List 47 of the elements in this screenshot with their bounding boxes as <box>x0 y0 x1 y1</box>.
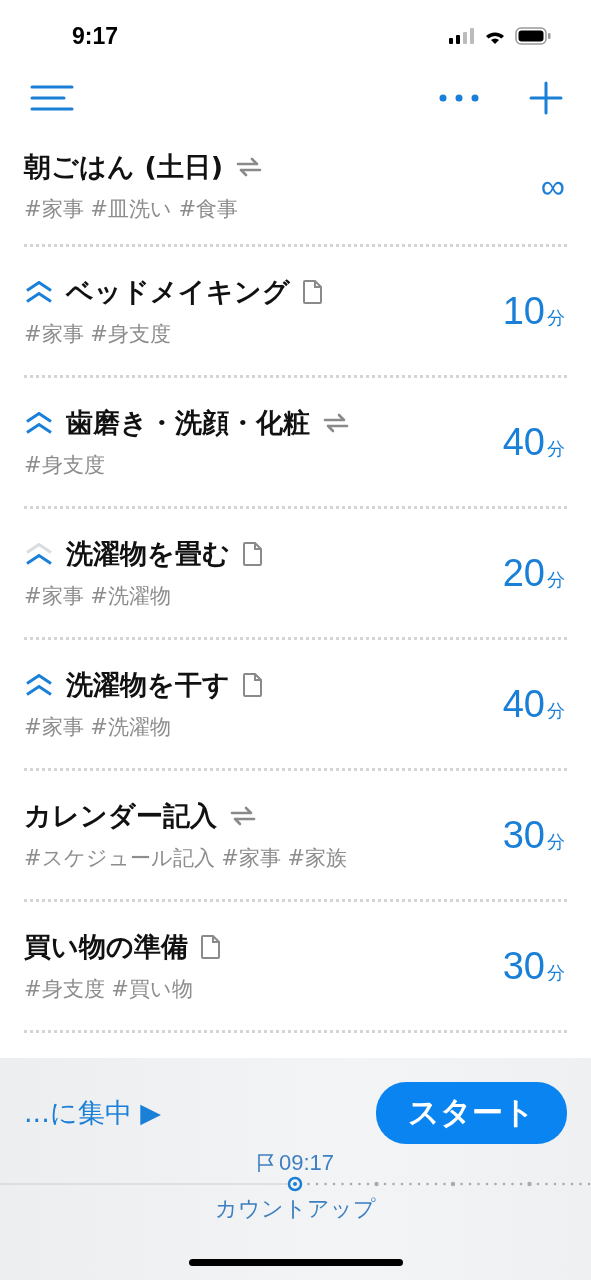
task-tags: #家事 #洗濯物 <box>24 713 264 741</box>
task-title: 買い物の準備 <box>24 930 188 964</box>
task-title: 歯磨き・洗顔・化粧 <box>66 406 310 440</box>
task-row[interactable]: 洗濯物を畳む #家事 #洗濯物 20分 <box>24 509 567 640</box>
status-time: 9:17 <box>72 22 119 50</box>
task-tags: #家事 #身支度 <box>24 320 324 348</box>
focus-link[interactable]: ...に集中 ▶ <box>24 1095 162 1131</box>
task-title: 洗濯物を畳む <box>66 537 230 571</box>
task-tags: #身支度 #買い物 <box>24 975 222 1003</box>
task-duration: 40分 <box>502 682 566 726</box>
task-row[interactable]: 買い物の準備 #身支度 #買い物 30分 <box>24 902 567 1033</box>
task-tags: #家事 #洗濯物 <box>24 582 264 610</box>
timer-mode[interactable]: カウントアップ <box>215 1194 376 1224</box>
task-tags: #スケジュール記入 #家事 #家族 <box>24 844 348 872</box>
task-duration: 30分 <box>502 813 566 857</box>
more-icon[interactable] <box>439 94 479 102</box>
document-icon <box>242 541 264 567</box>
task-row[interactable]: 朝ごはん (土日) #家事 #皿洗い #食事 ∞ <box>24 128 567 247</box>
task-duration: 40分 <box>502 420 566 464</box>
task-tags: #家事 #皿洗い #食事 <box>24 195 264 223</box>
task-row[interactable]: カレンダー記入 #スケジュール記入 #家事 #家族 30分 <box>24 771 567 902</box>
flag-time: 09:17 <box>278 1150 335 1176</box>
task-row[interactable]: 洗濯物を干す #家事 #洗濯物 40分 <box>24 640 567 771</box>
task-title: 朝ごはん (土日) <box>24 150 224 184</box>
repeat-icon <box>322 411 350 435</box>
task-title: カレンダー記入 <box>24 799 217 833</box>
task-duration: 10分 <box>502 289 566 333</box>
timeline-drawing[interactable] <box>0 1176 591 1192</box>
task-duration: ∞ <box>540 166 566 206</box>
start-button[interactable]: スタート <box>376 1082 567 1144</box>
task-duration: 20分 <box>502 551 566 595</box>
task-title: ベッドメイキング <box>66 275 290 309</box>
repeat-icon <box>235 155 264 179</box>
task-row[interactable]: 歯磨き・洗顔・化粧 #身支度 40分 <box>24 378 567 509</box>
flag-icon <box>256 1153 275 1173</box>
task-row[interactable]: ベッドメイキング #家事 #身支度 10分 <box>24 247 567 378</box>
document-icon <box>242 672 264 698</box>
battery-icon <box>515 27 551 45</box>
add-icon[interactable] <box>529 81 563 115</box>
document-icon <box>200 934 222 960</box>
signal-icon <box>449 28 475 44</box>
task-duration: 30分 <box>502 944 566 988</box>
document-icon <box>302 279 324 305</box>
menu-icon[interactable] <box>30 84 74 112</box>
task-title: 洗濯物を干す <box>66 668 230 702</box>
task-tags: #身支度 <box>24 451 350 479</box>
repeat-icon <box>229 804 257 828</box>
